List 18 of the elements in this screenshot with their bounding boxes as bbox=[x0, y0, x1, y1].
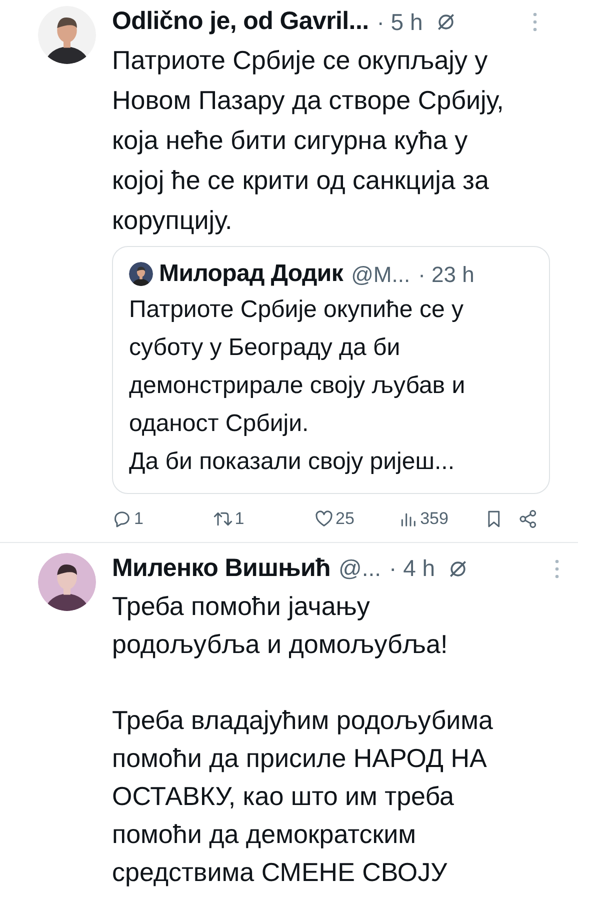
repost-button[interactable]: 1 bbox=[212, 506, 314, 532]
post-time: · 23 h bbox=[418, 260, 474, 288]
share-icon[interactable] bbox=[518, 508, 538, 530]
post-text: Патриоте Србије се окупљају у Новом Пазару да створе Србију, која неће бити сигурна кућа у којој ће се крити од санкција за корупцију. bbox=[112, 44, 505, 237]
user-handle: @М... bbox=[351, 260, 410, 288]
post-time: · 5 h bbox=[376, 8, 423, 37]
author-name: Милорад Додик bbox=[159, 259, 344, 289]
author-name: Odlično je, od Gavril... bbox=[112, 6, 369, 38]
speech-bubble-icon bbox=[112, 508, 132, 529]
bar-chart-button[interactable]: 359 bbox=[398, 506, 484, 532]
post-time: · 4 h bbox=[389, 554, 436, 584]
speech-bubble-button[interactable]: 1 bbox=[112, 506, 213, 532]
quoted-text: Патриоте Србије окупиће се у суботу у Београду да би демонстрирале своју љубав и оданост Србији. Да би показали своју ријеш... bbox=[129, 295, 466, 477]
post-text: Треба помоћи јачању родољубља и домољубља! Треба владајућим родољубима помоћи да присиле НАРОД НА ОСТАВКУ, као што им треба помоћи да демократским средствима СМЕНЕ СВОЈУ bbox=[112, 590, 494, 888]
author-name: Миленко Вишњић bbox=[112, 552, 331, 584]
heart-icon bbox=[314, 508, 334, 529]
user-handle: @... bbox=[338, 554, 382, 584]
heart-button[interactable]: 25 bbox=[314, 506, 398, 532]
